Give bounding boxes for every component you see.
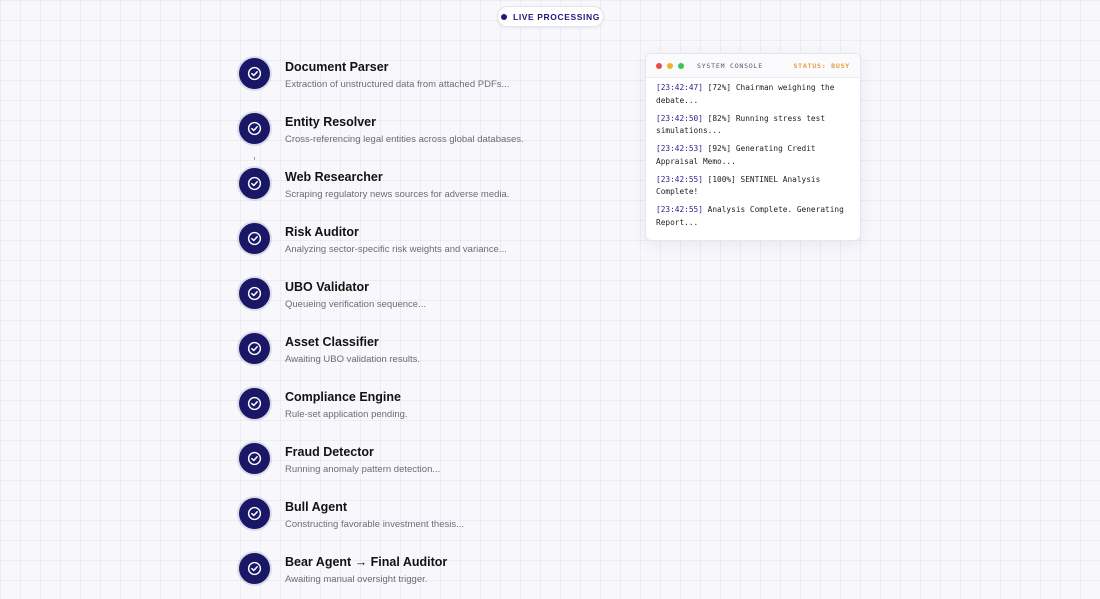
check-circle-icon — [239, 498, 270, 529]
maximize-light-icon[interactable] — [678, 62, 684, 69]
check-circle-icon — [239, 443, 270, 474]
step-title: Entity Resolver — [285, 115, 377, 129]
step-description: Cross-referencing legal entities across … — [285, 134, 524, 145]
console-header: SYSTEM CONSOLE STATUS: BUSY — [646, 54, 860, 78]
step-title: Risk Auditor — [285, 225, 359, 239]
step-description: Analyzing sector-specific risk weights a… — [285, 244, 507, 255]
step-title: UBO Validator — [285, 280, 370, 294]
log-entry: [23:42:55] [100%] SENTINEL Analysis Comp… — [656, 174, 850, 199]
log-entry: [23:42:47] [72%] Chairman weighing the d… — [656, 82, 850, 107]
step-description: Awaiting UBO validation results. — [285, 354, 420, 365]
step-fraud-detector: Fraud Detector Running anomaly pattern d… — [239, 443, 599, 498]
log-timestamp: [23:42:55] — [656, 174, 703, 184]
console-log: [23:42:47] [72%] Chairman weighing the d… — [646, 78, 860, 229]
step-title: Compliance Engine — [285, 390, 401, 404]
badge-label: LIVE PROCESSING — [513, 11, 600, 22]
console-status: STATUS: BUSY — [793, 61, 850, 70]
step-description: Running anomaly pattern detection... — [285, 464, 441, 475]
step-description: Scraping regulatory news sources for adv… — [285, 189, 510, 200]
step-description: Queueing verification sequence... — [285, 299, 427, 310]
live-processing-badge: LIVE PROCESSING — [497, 6, 604, 27]
step-bull-agent: Bull Agent Constructing favorable invest… — [239, 498, 599, 553]
log-entry: [23:42:53] [92%] Generating Credit Appra… — [656, 143, 850, 168]
step-title: Asset Classifier — [285, 335, 379, 349]
console-title: SYSTEM CONSOLE — [697, 61, 763, 70]
check-circle-icon — [239, 113, 270, 144]
live-dot-icon — [501, 13, 508, 20]
check-circle-icon — [239, 168, 270, 199]
step-title: Bull Agent — [285, 500, 348, 514]
step-description: Awaiting manual oversight trigger. — [285, 574, 428, 585]
step-title: Fraud Detector — [285, 445, 374, 459]
check-circle-icon — [239, 553, 270, 584]
step-risk-auditor: Risk Auditor Analyzing sector-specific r… — [239, 223, 599, 278]
step-compliance-engine: Compliance Engine Rule-set application p… — [239, 388, 599, 443]
check-circle-icon — [239, 223, 270, 254]
step-web-researcher: Web Researcher Scraping regulatory news … — [239, 168, 599, 223]
close-light-icon[interactable] — [656, 62, 662, 69]
system-console: SYSTEM CONSOLE STATUS: BUSY [23:42:47] [… — [645, 53, 861, 241]
step-description: Constructing favorable investment thesis… — [285, 519, 465, 530]
step-document-parser: Document Parser Extraction of unstructur… — [239, 58, 599, 113]
step-asset-classifier: Asset Classifier Awaiting UBO validation… — [239, 333, 599, 388]
step-entity-resolver: Entity Resolver Cross-referencing legal … — [239, 113, 599, 168]
step-bear-agent-final-auditor: Bear Agent → Final Auditor Awaiting manu… — [239, 553, 599, 599]
step-description: Extraction of unstructured data from att… — [285, 79, 510, 90]
check-circle-icon — [239, 58, 270, 89]
window-controls — [656, 62, 684, 69]
step-title: Web Researcher — [285, 170, 383, 184]
log-timestamp: [23:42:55] — [656, 205, 703, 214]
log-entry: [23:42:50] [82%] Running stress test sim… — [656, 113, 850, 138]
step-title: Document Parser — [285, 60, 389, 74]
check-circle-icon — [239, 388, 270, 419]
step-description: Rule-set application pending. — [285, 409, 408, 420]
log-timestamp: [23:42:50] — [656, 113, 703, 123]
check-circle-icon — [239, 333, 270, 364]
log-timestamp: [23:42:53] — [656, 144, 703, 153]
log-entry: [23:42:55] Analysis Complete. Generating… — [656, 204, 850, 229]
step-ubo-validator: UBO Validator Queueing verification sequ… — [239, 278, 599, 333]
minimize-light-icon[interactable] — [667, 62, 673, 69]
step-title: Bear Agent → Final Auditor — [285, 555, 448, 569]
pipeline-steps: Document Parser Extraction of unstructur… — [239, 58, 599, 599]
check-circle-icon — [239, 278, 270, 309]
log-timestamp: [23:42:47] — [656, 83, 703, 92]
